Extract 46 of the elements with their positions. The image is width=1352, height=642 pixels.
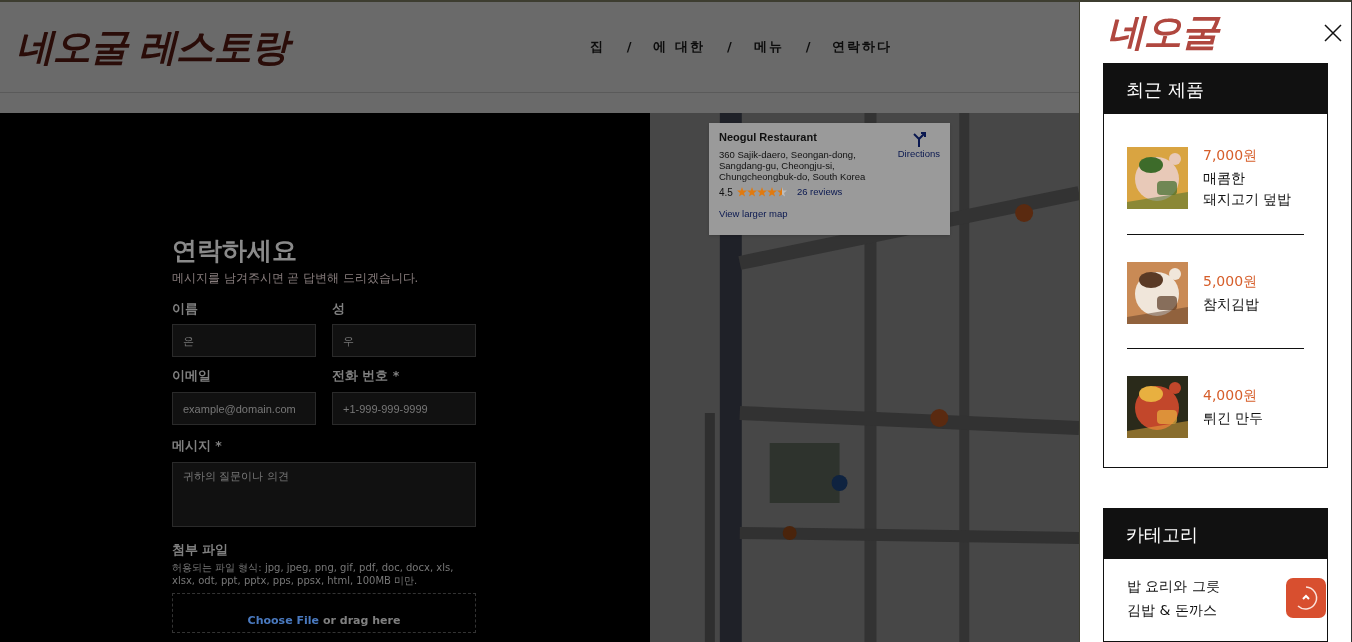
product-price: 7,000원 <box>1203 146 1259 166</box>
close-icon <box>1324 23 1342 42</box>
product-name[interactable]: 튀긴 만두 <box>1203 408 1264 430</box>
field-label: 이름 <box>172 299 199 318</box>
drop-zone[interactable]: Choose File or drag here <box>172 592 476 633</box>
close-button[interactable] <box>1323 22 1343 43</box>
nav-link[interactable]: 에 대한 <box>653 37 705 57</box>
product-price: 4,000원 <box>1203 386 1259 406</box>
place-title: Neogul Restaurant <box>719 130 818 145</box>
place-address: 360 Sajik-daero, Seongan-dong, Sangdang-gu, Cheongju-si, Chungcheongbuk-do, South Korea <box>719 148 867 182</box>
field-label: 이메일 <box>172 367 212 386</box>
widget-title: 카테고리 <box>1104 509 1327 560</box>
nav-separator: / <box>726 38 732 57</box>
choose-file-link[interactable]: Choose File <box>247 613 319 630</box>
nav-separator: / <box>805 38 811 57</box>
drag-hint: or drag here <box>322 613 401 629</box>
input-field[interactable]: example@domain.com <box>172 392 316 425</box>
product-name[interactable]: 매콤한 돼지고기 덮밥 <box>1203 168 1304 211</box>
input-field[interactable]: 은 <box>172 324 316 358</box>
nav-separator: / <box>626 38 632 57</box>
contact-title: 연락하세요 <box>172 235 298 267</box>
message-field[interactable]: 귀하의 질문이나 의견 <box>172 461 476 527</box>
input-field[interactable]: +1-999-999-9999 <box>332 392 476 425</box>
category-link[interactable]: 김밥 & 돈까스 <box>1127 601 1217 620</box>
site-logo[interactable]: 네오굴 레스토랑 <box>16 23 296 71</box>
panel-logo[interactable]: 네오굴 <box>1107 4 1219 62</box>
widget-title: 최근 제품 <box>1104 64 1327 115</box>
nav-link[interactable]: 메뉴 <box>753 37 784 57</box>
product-name[interactable]: 참치김밥 <box>1203 294 1259 316</box>
rating-value: 4.5 <box>719 185 733 200</box>
attachment-hint: 허용되는 파일 형식: jpg, jpeg, png, gif, pdf, doc, docx, xls, xlsx, odt, ppt, pptx, pps, ppsx, html, 100MB 미만. <box>172 560 455 587</box>
larger-map-link[interactable]: View larger map <box>719 206 898 221</box>
directions-icon <box>911 131 926 147</box>
input-field[interactable]: 우 <box>332 324 476 358</box>
field-label: 전화 번호 * <box>332 367 401 386</box>
directions-button[interactable]: Directions <box>897 131 940 162</box>
category-link[interactable]: 밥 요리와 그릇 <box>1127 577 1220 596</box>
contact-subtitle: 메시지를 남겨주시면 곧 답변해 드리겠습니다. <box>172 270 420 288</box>
nav-link[interactable]: 연락하다 <box>832 37 893 57</box>
product-price: 5,000원 <box>1203 272 1259 292</box>
field-label: 첨부 파일 <box>172 540 230 559</box>
field-label: 메시지 * <box>172 437 223 455</box>
scroll-top-button[interactable] <box>1286 578 1326 618</box>
reviews-link[interactable]: 26 reviews <box>796 184 843 200</box>
field-label: 성 <box>332 299 346 318</box>
nav-link[interactable]: 집 <box>589 37 605 57</box>
